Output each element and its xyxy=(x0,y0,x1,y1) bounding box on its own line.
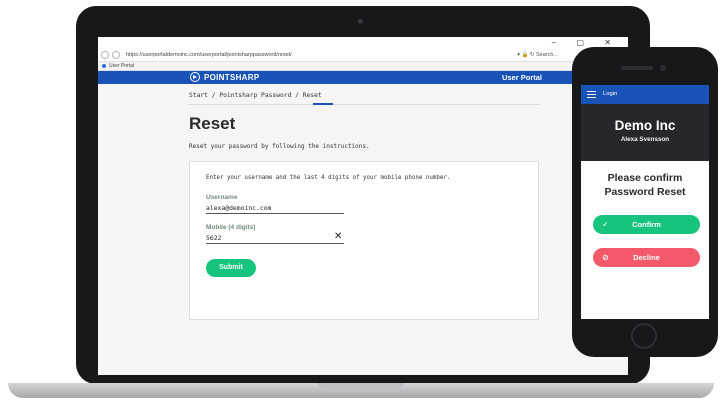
clear-input-icon[interactable]: ✕ xyxy=(334,232,342,242)
browser-titlebar: – ▢ ✕ xyxy=(98,37,628,49)
confirm-heading-line2: Password Reset xyxy=(604,186,686,198)
decline-button-label: Decline xyxy=(633,253,660,262)
phone-speaker xyxy=(621,66,653,70)
laptop-frame: – ▢ ✕ https://userportaldemoinc.com/user… xyxy=(76,6,650,384)
phone-home-button[interactable] xyxy=(631,323,657,349)
url-field[interactable]: https://userportaldemoinc.com/userportal… xyxy=(126,52,292,58)
tab-user-portal[interactable]: User Portal xyxy=(109,63,134,69)
browser-tab-bar: User Portal xyxy=(98,62,628,71)
laptop-camera xyxy=(358,19,363,24)
confirm-heading-line1: Please confirm xyxy=(607,172,683,184)
username-label: Username xyxy=(206,194,238,201)
reset-form-card: Enter your username and the last 4 digit… xyxy=(189,161,539,320)
page-title: Reset xyxy=(189,114,236,133)
app-header: POINTSHARP User Portal xyxy=(98,71,628,84)
hamburger-menu-icon[interactable] xyxy=(587,91,596,98)
phone-navbar: Login xyxy=(581,85,709,104)
decline-button[interactable]: ⊘ Decline xyxy=(593,248,700,267)
company-name: Demo Inc xyxy=(614,118,676,133)
phone-screen: Login Demo Inc Alexa Svensson Please con… xyxy=(581,85,709,319)
username-input[interactable]: alexa@demoinc.com xyxy=(206,204,271,212)
phone-frame: Login Demo Inc Alexa Svensson Please con… xyxy=(572,47,718,357)
submit-button[interactable]: Submit xyxy=(206,259,256,277)
pointsharp-logo-icon xyxy=(190,72,200,82)
confirm-button-label: Confirm xyxy=(632,220,661,229)
tab-favicon-icon xyxy=(102,64,106,68)
mobile-input[interactable]: 5622 xyxy=(206,234,221,242)
block-icon: ⊘ xyxy=(602,253,609,262)
confirm-heading: Please confirm Password Reset xyxy=(581,171,709,199)
laptop-notch xyxy=(318,383,404,389)
confirm-button[interactable]: ✓ Confirm xyxy=(593,215,700,234)
username-underline xyxy=(206,213,344,214)
user-name: Alexa Svensson xyxy=(620,136,670,143)
mobile-underline xyxy=(206,243,344,244)
back-icon[interactable] xyxy=(101,51,109,59)
nav-login-link[interactable]: Login xyxy=(603,85,617,104)
page-instructions: Reset your password by following the ins… xyxy=(189,143,370,150)
pointsharp-logo[interactable]: POINTSHARP xyxy=(190,72,259,82)
phone-camera xyxy=(660,65,666,71)
breadcrumb-active-indicator xyxy=(313,103,333,105)
forward-icon[interactable] xyxy=(112,51,120,59)
brand-name: POINTSHARP xyxy=(204,72,260,82)
search-box[interactable]: ▾ 🔒 ↻ Search... xyxy=(517,49,558,61)
phone-hero: Demo Inc Alexa Svensson xyxy=(581,104,709,161)
breadcrumb-divider xyxy=(189,104,539,105)
laptop-screen: – ▢ ✕ https://userportaldemoinc.com/user… xyxy=(98,37,628,375)
mobile-label: Mobile (4 digits) xyxy=(206,224,256,231)
browser-address-bar: https://userportaldemoinc.com/userportal… xyxy=(98,49,628,62)
form-intro: Enter your username and the last 4 digit… xyxy=(206,175,451,181)
check-icon: ✓ xyxy=(602,220,609,229)
breadcrumb[interactable]: Start / Pointsharp Password / Reset xyxy=(189,92,322,99)
user-portal-link[interactable]: User Portal xyxy=(502,71,542,84)
